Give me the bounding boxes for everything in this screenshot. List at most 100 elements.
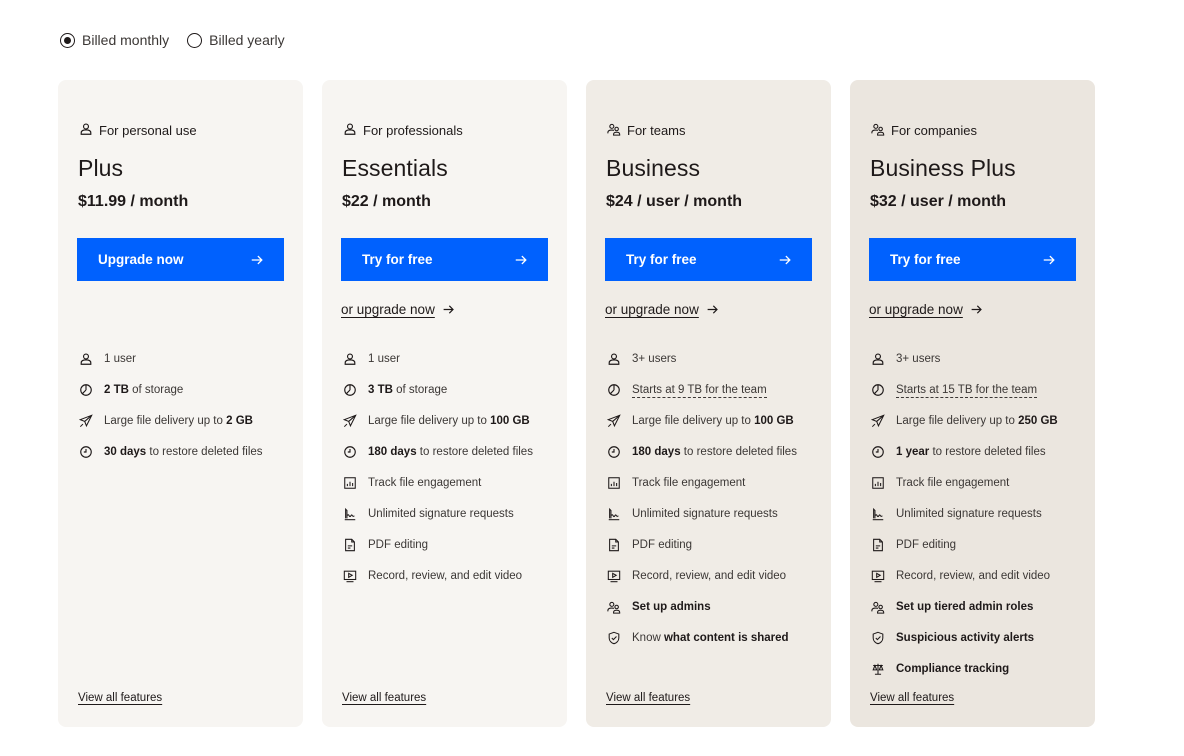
- plan-name: Business: [606, 155, 701, 181]
- feature-text: PDF editing: [368, 539, 428, 551]
- plan-name: Plus: [78, 155, 124, 181]
- pdf-icon: [607, 538, 621, 552]
- paper-plane-icon: [343, 413, 357, 428]
- view-all-features-link[interactable]: View all features: [78, 692, 162, 704]
- view-all-features-link[interactable]: View all features: [606, 692, 690, 704]
- billed-monthly-label: Billed monthly: [82, 32, 170, 48]
- feature-item: Compliance tracking: [871, 653, 1085, 684]
- radio-selected-icon[interactable]: [60, 32, 75, 48]
- feature-bold: Compliance tracking: [896, 662, 1010, 675]
- plan-audience-label: For personal use: [99, 122, 197, 138]
- feature-label: 1 user: [104, 352, 136, 365]
- feature-tooltip-text[interactable]: Starts at 9 TB for the team: [632, 383, 767, 398]
- feature-label: Track file engagement: [896, 476, 1010, 489]
- feature-label: Unlimited signature requests: [368, 507, 514, 520]
- feature-text: Track file engagement: [368, 477, 481, 489]
- feature-item: Starts at 15 TB for the team: [871, 374, 1085, 405]
- feature-text: PDF editing: [632, 539, 692, 551]
- feature-text: Compliance tracking: [896, 663, 1009, 675]
- plan-audience-label: For companies: [891, 122, 977, 138]
- feature-text: Record, review, and edit video: [896, 570, 1050, 582]
- feature-item: Large file delivery up to 100 GB: [343, 405, 557, 436]
- feature-text: Record, review, and edit video: [632, 570, 786, 582]
- plan-name: Business Plus: [870, 155, 1016, 181]
- feature-label: to restore deleted files: [680, 445, 797, 458]
- plan-price: $32 / user / month: [870, 193, 1007, 210]
- feature-text: 30 days to restore deleted files: [104, 446, 263, 458]
- arrow-right-icon: [1042, 253, 1056, 267]
- radio-unselected-icon[interactable]: [187, 32, 203, 48]
- storage-icon: [79, 383, 93, 397]
- feature-label: Large file delivery up to: [632, 414, 755, 427]
- feature-label: PDF editing: [896, 538, 957, 551]
- feature-item: Suspicious activity alerts: [871, 622, 1085, 653]
- feature-item: Record, review, and edit video: [343, 560, 557, 591]
- upgrade-now-link[interactable]: or upgrade now: [605, 300, 812, 318]
- billed-yearly-option[interactable]: Billed yearly: [187, 32, 285, 48]
- feature-text: Suspicious activity alerts: [896, 632, 1034, 644]
- feature-bold: Set up admins: [632, 600, 711, 613]
- feature-label: Record, review, and edit video: [632, 569, 787, 582]
- feature-item: PDF editing: [871, 529, 1085, 560]
- feature-item: Record, review, and edit video: [607, 560, 821, 591]
- feature-item: Starts at 9 TB for the team: [607, 374, 821, 405]
- feature-text: 1 user: [368, 353, 400, 365]
- feature-item: 1 year to restore deleted files: [871, 436, 1085, 467]
- feature-text: Record, review, and edit video: [368, 570, 522, 582]
- billed-monthly-option[interactable]: Billed monthly: [60, 32, 169, 48]
- feature-text: Large file delivery up to 250 GB: [896, 415, 1058, 427]
- clock-icon: [79, 445, 93, 459]
- plan-card-plus: For personal use Plus $11.99 / month Upgrad…: [58, 80, 303, 727]
- feature-bold: what content is shared: [663, 631, 789, 644]
- signature-icon: [607, 507, 621, 521]
- feature-label: Track file engagement: [368, 476, 482, 489]
- feature-item: Set up tiered admin roles: [871, 591, 1085, 622]
- feature-text: Unlimited signature requests: [368, 508, 514, 520]
- plan-audience-label: For teams: [627, 122, 686, 138]
- upgrade-now-label: or upgrade now: [869, 301, 963, 317]
- feature-item: 3+ users: [607, 343, 821, 374]
- plan-cta-label: Try for free: [362, 252, 433, 267]
- plan-cta-button[interactable]: Upgrade now: [77, 238, 284, 281]
- person-icon: [343, 352, 357, 366]
- feature-label: Large file delivery up to: [368, 414, 491, 427]
- upgrade-now-label: or upgrade now: [605, 301, 699, 317]
- plan-audience: For teams: [605, 120, 812, 140]
- plan-cta-button[interactable]: Try for free: [341, 238, 548, 281]
- plan-name: Essentials: [342, 155, 448, 181]
- feature-label: PDF editing: [632, 538, 693, 551]
- feature-text: Set up admins: [632, 601, 711, 613]
- feature-label: Record, review, and edit video: [368, 569, 523, 582]
- plan-cta-button[interactable]: Try for free: [605, 238, 812, 281]
- feature-bold: 30 days: [104, 445, 147, 458]
- team-icon: [871, 122, 885, 139]
- feature-label: to restore deleted files: [929, 445, 1046, 458]
- plan-cta-label: Try for free: [890, 252, 961, 267]
- feature-bold: 1 year: [896, 445, 930, 458]
- feature-item: Know what content is shared: [607, 622, 821, 653]
- feature-item: Track file engagement: [343, 467, 557, 498]
- view-all-features-link[interactable]: View all features: [342, 692, 426, 704]
- paper-plane-icon: [79, 413, 93, 428]
- signature-icon: [343, 507, 357, 521]
- view-all-features-link[interactable]: View all features: [870, 692, 954, 704]
- person-icon: [79, 352, 93, 366]
- paper-plane-icon: [607, 413, 621, 428]
- feature-text: Set up tiered admin roles: [896, 601, 1033, 613]
- upgrade-now-link[interactable]: or upgrade now: [341, 300, 548, 318]
- feature-label: Unlimited signature requests: [632, 507, 778, 520]
- upgrade-now-link[interactable]: or upgrade now: [869, 300, 1076, 318]
- shield-icon: [871, 631, 885, 645]
- feature-text: Track file engagement: [632, 477, 745, 489]
- feature-text: Large file delivery up to 2 GB: [104, 415, 253, 427]
- feature-label: Unlimited signature requests: [896, 507, 1042, 520]
- feature-list: 3+ users Starts at 9 TB for the team Large…: [607, 343, 821, 653]
- video-icon: [343, 569, 357, 583]
- plan-cta-label: Upgrade now: [98, 252, 184, 267]
- pdf-icon: [343, 538, 357, 552]
- feature-tooltip-text[interactable]: Starts at 15 TB for the team: [896, 383, 1038, 398]
- feature-text: 1 user: [104, 353, 136, 365]
- feature-text: PDF editing: [896, 539, 956, 551]
- storage-icon: [871, 383, 885, 397]
- plan-cta-button[interactable]: Try for free: [869, 238, 1076, 281]
